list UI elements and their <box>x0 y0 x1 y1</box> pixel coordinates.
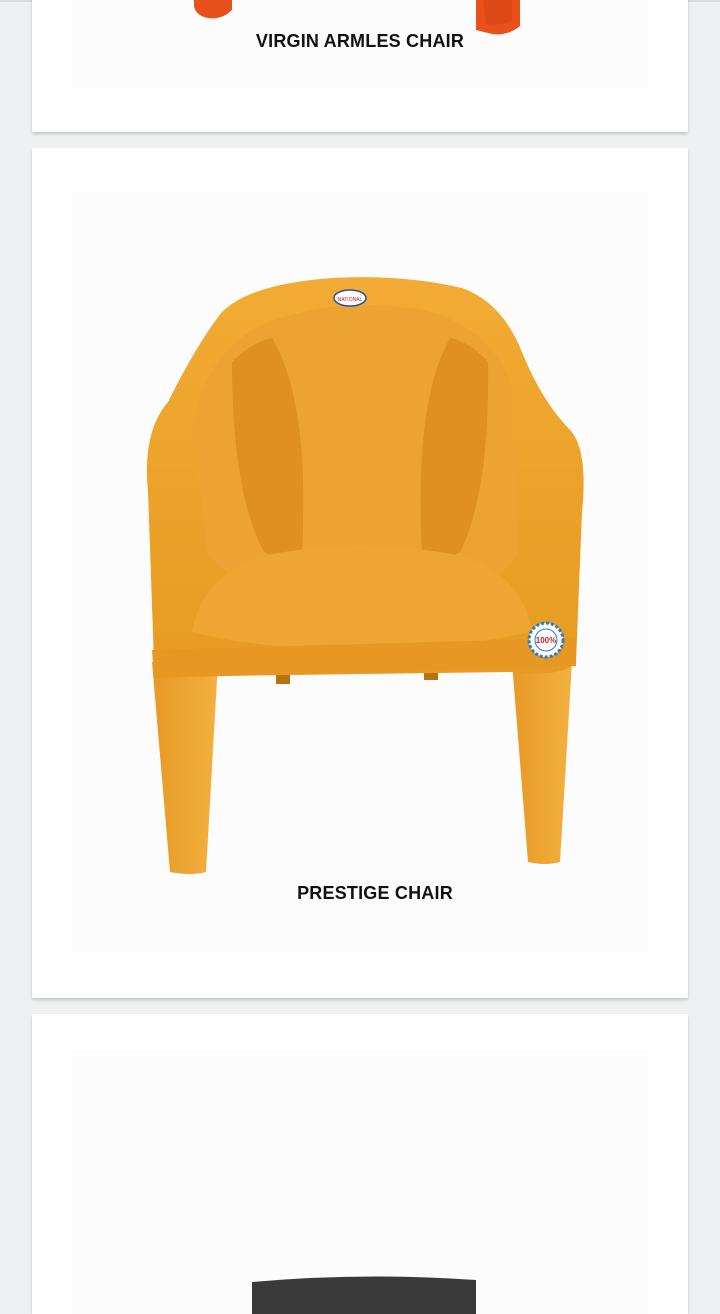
product-card-prestige[interactable]: NATIONAL 100% PRESTIGE CHAIR <box>32 148 688 998</box>
product-card-virgin[interactable]: VIRGIN ARMLES CHAIR <box>32 0 688 132</box>
product-name: PRESTIGE CHAIR <box>297 883 453 903</box>
svg-text:NATIONAL: NATIONAL <box>338 297 363 303</box>
product-image-prestige[interactable]: NATIONAL 100% <box>72 192 648 952</box>
svg-text:100%: 100% <box>536 636 556 645</box>
product-image-next[interactable] <box>72 1050 648 1314</box>
product-card-next[interactable] <box>32 1014 688 1314</box>
product-name: VIRGIN ARMLES CHAIR <box>255 31 465 51</box>
next-chair-image <box>252 1276 476 1314</box>
quality-seal-icon: 100% <box>527 621 565 659</box>
prestige-chair-image: NATIONAL 100% <box>146 277 584 874</box>
brand-logo-icon: NATIONAL <box>333 289 367 307</box>
